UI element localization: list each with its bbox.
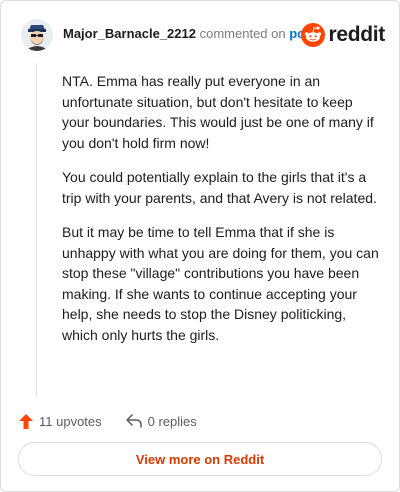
avatar[interactable] <box>21 19 53 51</box>
upvote-count: 11 upvotes <box>39 413 102 429</box>
reddit-brand[interactable]: reddit <box>301 19 385 51</box>
comment-embed-card: Major_Barnacle_2212 commented on post re… <box>0 0 400 492</box>
comment-paragraph: NTA. Emma has really put everyone in an … <box>62 73 374 151</box>
comment-paragraph: You could potentially explain to the gir… <box>62 169 377 206</box>
comment-actions: 11 upvotes 0 replies <box>19 411 221 431</box>
avatar-icon <box>21 19 53 51</box>
view-more-on-reddit-button[interactable]: View more on Reddit <box>18 442 382 476</box>
comment-paragraph: But it may be time to tell Emma that if … <box>62 224 379 343</box>
comment-attribution: Major_Barnacle_2212 commented on post <box>63 26 317 41</box>
reddit-logo-icon <box>301 23 326 47</box>
username[interactable]: Major_Barnacle_2212 <box>63 26 196 41</box>
reddit-wordmark: reddit <box>328 23 385 46</box>
reply-count: 0 replies <box>147 413 197 429</box>
reply-button[interactable]: 0 replies <box>125 413 197 429</box>
upvote-button[interactable]: 11 upvotes <box>19 413 102 429</box>
reply-arrow-icon <box>125 414 142 428</box>
comment-header: Major_Barnacle_2212 commented on post re… <box>15 15 385 55</box>
comment-body: NTA. Emma has really put everyone in an … <box>62 71 380 359</box>
commented-on-text: commented on <box>199 26 286 41</box>
upvote-arrow-icon <box>19 413 33 429</box>
thread-line <box>36 63 37 397</box>
